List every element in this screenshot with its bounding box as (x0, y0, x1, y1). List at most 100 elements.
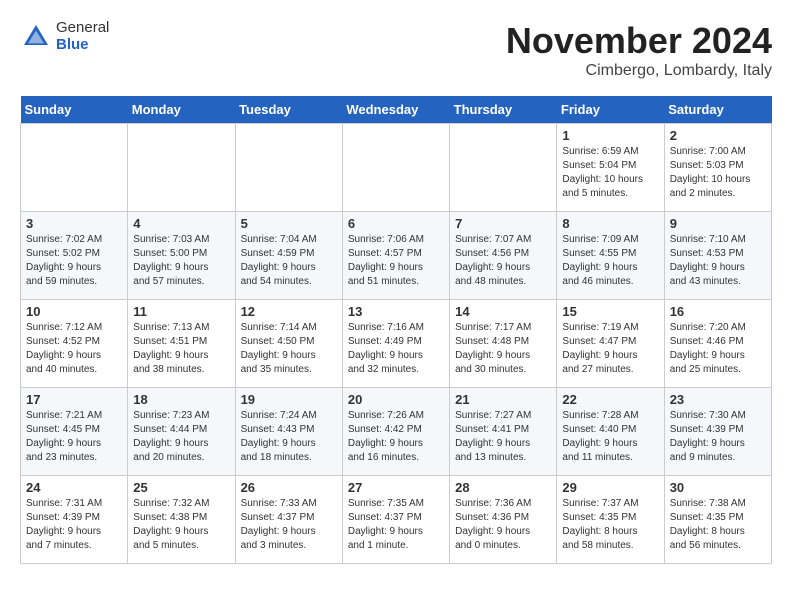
day-cell: 5Sunrise: 7:04 AM Sunset: 4:59 PM Daylig… (235, 212, 342, 300)
day-cell: 17 Sunrise: 7:21 AM Sunset: 4:45 PM Dayli… (21, 388, 128, 476)
day-number: 26 (241, 480, 337, 495)
weekday-header-monday: Monday (128, 96, 235, 124)
calendar-header: SundayMondayTuesdayWednesdayThursdayFrid… (21, 96, 772, 124)
day-number: 20 (348, 392, 444, 407)
day-cell: 24Sunrise: 7:31 AM Sunset: 4:39 PM Dayli… (21, 476, 128, 564)
page-header: General Blue November 2024 Cimbergo, Lom… (20, 20, 772, 80)
logo-general-text: General (56, 20, 109, 37)
day-cell: 9 Sunrise: 7:10 AM Sunset: 4:53 PM Daylig… (664, 212, 771, 300)
day-info: Sunrise: 7:21 AM Sunset: 4:45 PM Dayligh… (26, 409, 122, 465)
day-info: Sunrise: 7:10 AM Sunset: 4:53 PM Dayligh… (670, 233, 766, 289)
weekday-header-thursday: Thursday (450, 96, 557, 124)
day-number: 7 (455, 216, 551, 231)
day-info: Sunrise: 7:23 AM Sunset: 4:44 PM Dayligh… (133, 409, 229, 465)
month-title: November 2024 (506, 20, 772, 62)
day-cell (21, 124, 128, 212)
day-info: Sunrise: 7:37 AM Sunset: 4:35 PM Dayligh… (562, 497, 658, 553)
day-number: 25 (133, 480, 229, 495)
day-number: 16 (670, 304, 766, 319)
day-number: 17 (26, 392, 122, 407)
day-cell: 19 Sunrise: 7:24 AM Sunset: 4:43 PM Dayli… (235, 388, 342, 476)
day-cell: 29 Sunrise: 7:37 AM Sunset: 4:35 PM Dayli… (557, 476, 664, 564)
day-number: 30 (670, 480, 766, 495)
weekday-header-wednesday: Wednesday (342, 96, 449, 124)
day-info: Sunrise: 7:14 AM Sunset: 4:50 PM Dayligh… (241, 321, 337, 377)
day-info: Sunrise: 6:59 AM Sunset: 5:04 PM Dayligh… (562, 145, 658, 201)
day-number: 29 (562, 480, 658, 495)
weekday-row: SundayMondayTuesdayWednesdayThursdayFrid… (21, 96, 772, 124)
day-number: 2 (670, 128, 766, 143)
day-info: Sunrise: 7:00 AM Sunset: 5:03 PM Dayligh… (670, 145, 766, 201)
day-cell: 21Sunrise: 7:27 AM Sunset: 4:41 PM Dayli… (450, 388, 557, 476)
day-info: Sunrise: 7:27 AM Sunset: 4:41 PM Dayligh… (455, 409, 551, 465)
day-info: Sunrise: 7:19 AM Sunset: 4:47 PM Dayligh… (562, 321, 658, 377)
day-cell: 26 Sunrise: 7:33 AM Sunset: 4:37 PM Dayli… (235, 476, 342, 564)
day-cell: 10 Sunrise: 7:12 AM Sunset: 4:52 PM Dayli… (21, 300, 128, 388)
week-row-5: 24Sunrise: 7:31 AM Sunset: 4:39 PM Dayli… (21, 476, 772, 564)
day-number: 9 (670, 216, 766, 231)
day-info: Sunrise: 7:28 AM Sunset: 4:40 PM Dayligh… (562, 409, 658, 465)
day-cell: 27 Sunrise: 7:35 AM Sunset: 4:37 PM Dayli… (342, 476, 449, 564)
calendar-body: 1 Sunrise: 6:59 AM Sunset: 5:04 PM Daylig… (21, 124, 772, 564)
day-number: 23 (670, 392, 766, 407)
day-number: 24 (26, 480, 122, 495)
day-number: 28 (455, 480, 551, 495)
day-info: Sunrise: 7:12 AM Sunset: 4:52 PM Dayligh… (26, 321, 122, 377)
weekday-header-friday: Friday (557, 96, 664, 124)
day-info: Sunrise: 7:24 AM Sunset: 4:43 PM Dayligh… (241, 409, 337, 465)
day-cell (128, 124, 235, 212)
day-cell: 16 Sunrise: 7:20 AM Sunset: 4:46 PM Dayli… (664, 300, 771, 388)
title-block: November 2024 Cimbergo, Lombardy, Italy (506, 20, 772, 80)
week-row-1: 1 Sunrise: 6:59 AM Sunset: 5:04 PM Daylig… (21, 124, 772, 212)
day-number: 14 (455, 304, 551, 319)
day-cell: 8 Sunrise: 7:09 AM Sunset: 4:55 PM Daylig… (557, 212, 664, 300)
day-info: Sunrise: 7:36 AM Sunset: 4:36 PM Dayligh… (455, 497, 551, 553)
day-info: Sunrise: 7:17 AM Sunset: 4:48 PM Dayligh… (455, 321, 551, 377)
week-row-3: 10 Sunrise: 7:12 AM Sunset: 4:52 PM Dayli… (21, 300, 772, 388)
day-cell: 23 Sunrise: 7:30 AM Sunset: 4:39 PM Dayli… (664, 388, 771, 476)
weekday-header-tuesday: Tuesday (235, 96, 342, 124)
calendar-table: SundayMondayTuesdayWednesdayThursdayFrid… (20, 96, 772, 564)
day-cell: 6 Sunrise: 7:06 AM Sunset: 4:57 PM Daylig… (342, 212, 449, 300)
week-row-2: 3Sunrise: 7:02 AM Sunset: 5:02 PM Daylig… (21, 212, 772, 300)
day-number: 15 (562, 304, 658, 319)
day-number: 4 (133, 216, 229, 231)
day-number: 6 (348, 216, 444, 231)
day-number: 8 (562, 216, 658, 231)
day-info: Sunrise: 7:16 AM Sunset: 4:49 PM Dayligh… (348, 321, 444, 377)
logo: General Blue (20, 20, 109, 53)
day-info: Sunrise: 7:33 AM Sunset: 4:37 PM Dayligh… (241, 497, 337, 553)
day-info: Sunrise: 7:13 AM Sunset: 4:51 PM Dayligh… (133, 321, 229, 377)
day-cell: 22Sunrise: 7:28 AM Sunset: 4:40 PM Dayli… (557, 388, 664, 476)
day-cell: 2 Sunrise: 7:00 AM Sunset: 5:03 PM Daylig… (664, 124, 771, 212)
day-info: Sunrise: 7:06 AM Sunset: 4:57 PM Dayligh… (348, 233, 444, 289)
day-info: Sunrise: 7:09 AM Sunset: 4:55 PM Dayligh… (562, 233, 658, 289)
day-cell: 14 Sunrise: 7:17 AM Sunset: 4:48 PM Dayli… (450, 300, 557, 388)
day-info: Sunrise: 7:35 AM Sunset: 4:37 PM Dayligh… (348, 497, 444, 553)
day-info: Sunrise: 7:20 AM Sunset: 4:46 PM Dayligh… (670, 321, 766, 377)
day-cell: 1 Sunrise: 6:59 AM Sunset: 5:04 PM Daylig… (557, 124, 664, 212)
day-cell: 28 Sunrise: 7:36 AM Sunset: 4:36 PM Dayli… (450, 476, 557, 564)
day-info: Sunrise: 7:03 AM Sunset: 5:00 PM Dayligh… (133, 233, 229, 289)
day-number: 1 (562, 128, 658, 143)
logo-icon (20, 21, 52, 53)
day-info: Sunrise: 7:38 AM Sunset: 4:35 PM Dayligh… (670, 497, 766, 553)
day-info: Sunrise: 7:02 AM Sunset: 5:02 PM Dayligh… (26, 233, 122, 289)
weekday-header-sunday: Sunday (21, 96, 128, 124)
day-number: 13 (348, 304, 444, 319)
day-info: Sunrise: 7:04 AM Sunset: 4:59 PM Dayligh… (241, 233, 337, 289)
day-number: 18 (133, 392, 229, 407)
day-cell: 13 Sunrise: 7:16 AM Sunset: 4:49 PM Dayli… (342, 300, 449, 388)
day-number: 10 (26, 304, 122, 319)
day-cell (342, 124, 449, 212)
day-number: 19 (241, 392, 337, 407)
weekday-header-saturday: Saturday (664, 96, 771, 124)
day-cell: 20Sunrise: 7:26 AM Sunset: 4:42 PM Dayli… (342, 388, 449, 476)
day-cell: 4 Sunrise: 7:03 AM Sunset: 5:00 PM Daylig… (128, 212, 235, 300)
day-cell: 15 Sunrise: 7:19 AM Sunset: 4:47 PM Dayli… (557, 300, 664, 388)
day-info: Sunrise: 7:07 AM Sunset: 4:56 PM Dayligh… (455, 233, 551, 289)
day-cell: 3Sunrise: 7:02 AM Sunset: 5:02 PM Daylig… (21, 212, 128, 300)
day-cell: 12Sunrise: 7:14 AM Sunset: 4:50 PM Dayli… (235, 300, 342, 388)
day-info: Sunrise: 7:30 AM Sunset: 4:39 PM Dayligh… (670, 409, 766, 465)
day-number: 27 (348, 480, 444, 495)
